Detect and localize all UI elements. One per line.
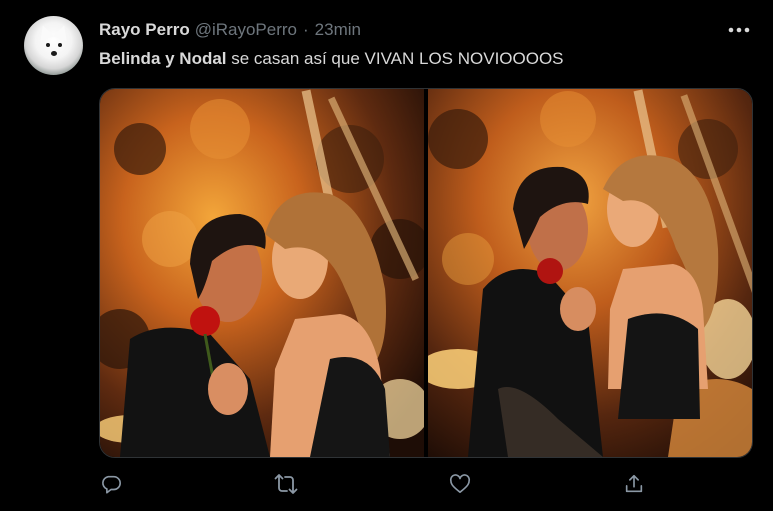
retweet-button[interactable]	[274, 472, 298, 496]
tweet[interactable]: Rayo Perro @iRayoPerro · 23min Belinda y…	[0, 0, 773, 511]
avatar-nose	[51, 51, 57, 56]
tweet-media	[99, 88, 753, 458]
author-avatar[interactable]	[24, 16, 83, 75]
media-photo-2[interactable]	[428, 89, 752, 457]
photo-couple-embrace	[428, 89, 752, 457]
share-icon	[625, 474, 643, 493]
avatar-eye-left	[46, 43, 50, 47]
more-horizontal-icon	[728, 27, 750, 33]
reply-button[interactable]	[99, 472, 123, 496]
like-button[interactable]	[448, 472, 472, 496]
tweet-text-bold: Belinda y Nodal	[99, 49, 227, 68]
author-display-name[interactable]: Rayo Perro	[99, 20, 190, 40]
retweet-icon	[274, 474, 298, 494]
avatar-ear-right	[53, 23, 71, 41]
tweet-actions	[99, 472, 659, 496]
reply-icon	[102, 475, 121, 494]
tweet-timestamp[interactable]: 23min	[315, 20, 361, 40]
tweet-text: Belinda y Nodal se casan así que VIVAN L…	[99, 49, 564, 69]
avatar-eye-right	[58, 43, 62, 47]
share-button[interactable]	[622, 472, 646, 496]
media-photo-1[interactable]	[100, 89, 424, 457]
tweet-header: Rayo Perro @iRayoPerro · 23min	[99, 17, 361, 43]
more-options-button[interactable]	[722, 19, 756, 41]
like-icon	[449, 474, 471, 493]
photo-couple-kiss	[100, 89, 424, 457]
avatar-ear-left	[36, 23, 54, 41]
author-handle[interactable]: @iRayoPerro	[195, 20, 297, 40]
tweet-text-rest: se casan así que VIVAN LOS NOVIOOOOS	[226, 49, 564, 68]
header-separator: ·	[303, 20, 309, 39]
